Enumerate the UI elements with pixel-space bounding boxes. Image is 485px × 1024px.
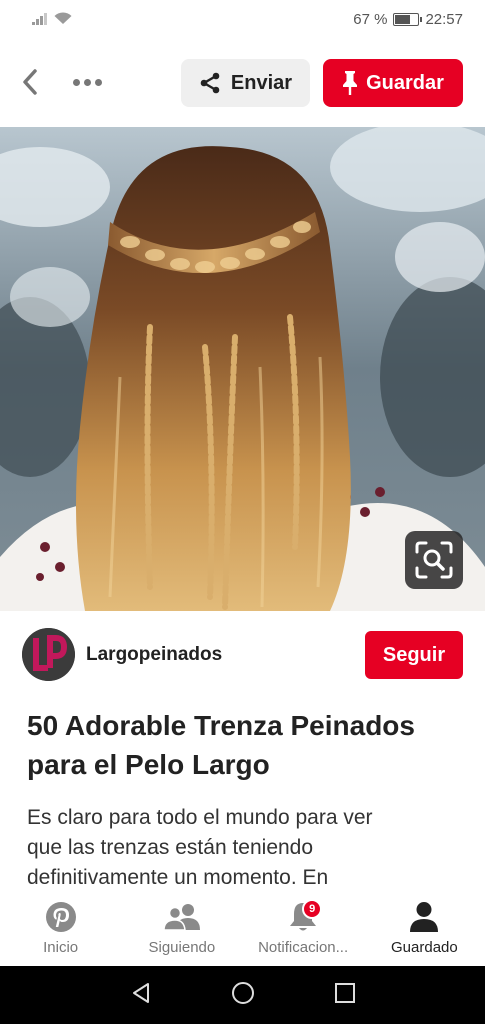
save-label: Guardar [366, 71, 444, 94]
back-button[interactable] [14, 66, 46, 98]
creator-logo [22, 628, 75, 681]
visual-search-button[interactable] [405, 531, 463, 589]
clock: 22:57 [425, 11, 463, 28]
dot-icon [72, 78, 80, 86]
visual-search-icon [415, 541, 453, 579]
creator-row: Largopeinados Seguir [22, 628, 463, 682]
people-icon [163, 899, 201, 935]
pin-icon [343, 71, 358, 95]
more-options-button[interactable] [66, 66, 108, 98]
back-triangle-icon[interactable] [130, 982, 152, 1009]
bell-icon: 9 [284, 899, 323, 935]
pin-description: Es claro para todo el mundo para ver que… [27, 806, 373, 889]
pinterest-icon [42, 899, 80, 935]
dot-icon [83, 78, 91, 86]
tab-saved[interactable]: Guardado [364, 893, 485, 965]
status-right: 67 % 22:57 [353, 11, 463, 28]
send-label: Enviar [230, 71, 293, 94]
tab-label: Inicio [43, 939, 79, 956]
tab-following[interactable]: Siguiendo [121, 893, 242, 965]
tab-home[interactable]: Inicio [0, 893, 121, 965]
send-button[interactable]: Enviar [181, 59, 310, 107]
battery-percent: 67 % [353, 11, 388, 28]
dot-icon [94, 78, 102, 86]
tab-notifications[interactable]: 9 Notificacion... [243, 893, 364, 965]
tab-label: Siguiendo [148, 939, 216, 956]
tab-label: Guardado [391, 939, 458, 956]
person-icon [405, 899, 443, 935]
notification-badge: 9 [302, 899, 323, 919]
share-icon [200, 72, 220, 94]
creator-name[interactable]: Largopeinados [86, 644, 222, 666]
pin-image[interactable] [0, 127, 485, 611]
creator-avatar[interactable] [22, 628, 75, 681]
chevron-left-icon [23, 69, 37, 95]
tab-label: Notificacion... [258, 939, 349, 956]
pin-title: 50 Adorable Trenza Peinados para el Pelo… [27, 710, 415, 780]
save-button[interactable]: Guardar [323, 59, 463, 107]
follow-button[interactable]: Seguir [365, 631, 463, 679]
status-left [32, 12, 72, 30]
bottom-tab-bar: Inicio Siguiendo 9 Notificacion... Guard… [0, 893, 485, 965]
battery-fill [395, 15, 410, 24]
system-navigation-bar [0, 966, 485, 1024]
signal-icon [32, 12, 48, 30]
battery-icon [393, 13, 423, 26]
wifi-icon [54, 12, 72, 30]
top-action-bar: Enviar Guardar [0, 58, 485, 108]
home-circle-icon[interactable] [231, 981, 255, 1010]
status-bar: 67 % 22:57 [0, 0, 485, 40]
recents-square-icon[interactable] [334, 982, 356, 1009]
